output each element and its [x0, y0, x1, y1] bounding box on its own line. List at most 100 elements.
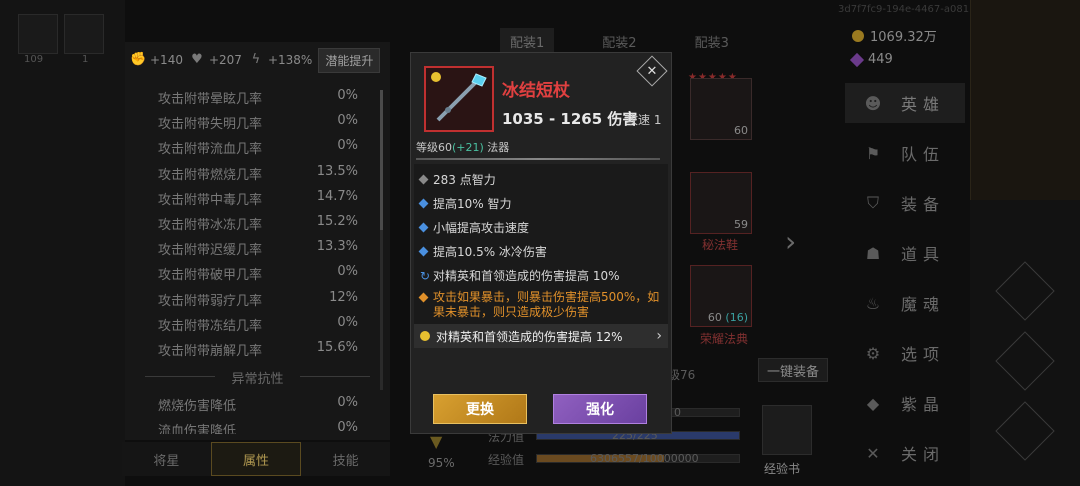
stat-value: 0% — [337, 314, 358, 330]
loadout-tabs: 配装1 配装2 配装3 — [500, 28, 739, 55]
tab-skills[interactable]: 技能 — [301, 442, 390, 476]
stat-name: 攻击附带冻结几率 — [158, 318, 263, 334]
affix-text: 提高10.5% 冰冷伤害 — [433, 245, 547, 259]
affix-text: 对精英和首领造成的伤害提高 10% — [433, 269, 620, 283]
gem-value: 449 — [868, 52, 893, 67]
stat-row: 攻击附带流血几率 0% — [158, 138, 358, 163]
stat-row: 攻击附带失明几率 0% — [158, 113, 358, 138]
gem-affix-row[interactable]: 对精英和首领造成的伤害提高 12% › — [414, 324, 668, 348]
chevron-right-icon[interactable]: › — [785, 225, 796, 258]
bar-label: 经验值 — [488, 453, 525, 467]
slot-item-name: 秘法鞋 — [702, 238, 739, 252]
stat-value: 0% — [337, 113, 358, 129]
tab-loadout-1[interactable]: 配装1 — [500, 28, 555, 55]
exp-book-icon[interactable] — [762, 405, 812, 455]
tab-generals[interactable]: 将星 — [122, 442, 211, 476]
stat-name: 攻击附带崩解几率 — [158, 344, 263, 359]
equip-slot-tome[interactable]: 60 (16) — [690, 265, 752, 327]
crystal-icon: ◆ — [866, 393, 880, 413]
stat-value: 15.2% — [316, 214, 358, 229]
replace-button[interactable]: 更换 — [433, 394, 527, 424]
bag-icon: ☗ — [865, 243, 881, 263]
tooltip-divider — [416, 158, 660, 160]
menu-item-0[interactable]: ☻ 英雄 — [845, 83, 965, 123]
menu-item-label: 关闭 — [901, 445, 946, 464]
stat-value: 0% — [337, 138, 358, 154]
hero-icon: ☻ — [864, 93, 882, 113]
stat-scrollbar-thumb[interactable] — [380, 90, 383, 230]
menu-item-label: 魔魂 — [901, 295, 946, 314]
enhance-button[interactable]: 强化 — [553, 394, 647, 424]
menu-item-3[interactable]: ☗ 道具 — [845, 233, 965, 273]
stat-value: 14.7% — [316, 188, 358, 204]
equip-slot-boots[interactable]: 59 — [690, 172, 752, 234]
affix-row: 小幅提高攻击速度 — [418, 219, 530, 236]
corner-slot-2[interactable] — [64, 14, 104, 54]
corner-slot-2-count: 1 — [82, 54, 89, 65]
one-key-equip-button[interactable]: 一键装备 — [758, 358, 828, 382]
menu-item-2[interactable]: ⛉ 装备 — [845, 183, 965, 223]
fist-icon: ✊ — [130, 52, 147, 67]
equip-slot-helmet[interactable]: 60 — [690, 78, 752, 140]
bar-text: 6306557/10000000 — [590, 452, 699, 465]
chevron-right-icon: › — [656, 328, 662, 344]
affix-bullet-icon — [418, 246, 429, 257]
arrow-down-icon: ▼ — [430, 432, 443, 451]
flag-icon: ⚑ — [865, 143, 881, 163]
gem-affix-text: 对精英和首领造成的伤害提高 12% — [436, 329, 623, 344]
affix-row: ↻ 对精英和首领造成的伤害提高 10% — [420, 267, 620, 284]
gold-value: 1069.32万 — [870, 30, 937, 45]
legendary-crit-affix: 攻击如果暴击，则暴击伤害提高500%，如果未暴击，则只造成极少伤害 — [418, 290, 664, 320]
affix-row: 提高10.5% 冰冷伤害 — [418, 243, 547, 260]
close-icon: ✕ — [866, 443, 880, 463]
stat-name: 攻击附带燃烧几率 — [158, 167, 263, 183]
menu-item-7[interactable]: ✕ 关闭 — [845, 433, 965, 473]
affix-text: 小幅提高攻击速度 — [433, 221, 530, 235]
item-damage: 1035 - 1265 伤害 — [502, 110, 638, 128]
potential-upgrade-button[interactable]: 潜能提升 — [318, 47, 381, 73]
stat-name: 攻击附带迟缓几率 — [158, 243, 263, 259]
close-icon: ✕ — [646, 63, 658, 79]
tab-loadout-3[interactable]: 配装3 — [685, 28, 739, 55]
stat-name: 攻击附带失明几率 — [158, 117, 263, 133]
helmet-icon: ⛉ — [866, 193, 879, 212]
slot-item-name: 荣耀法典 — [700, 332, 749, 346]
gem-icon — [849, 52, 865, 67]
affix-text: 283 点智力 — [433, 173, 496, 187]
menu-item-4[interactable]: ♨ 魔魂 — [845, 283, 965, 323]
menu-item-label: 紫晶 — [901, 395, 946, 414]
stat-value: 0% — [337, 264, 358, 280]
menu-item-label: 装备 — [901, 195, 946, 214]
menu-item-1[interactable]: ⚑ 队伍 — [845, 133, 965, 173]
menu-item-5[interactable]: ⚙ 选项 — [845, 333, 965, 373]
lightning-icon: ϟ — [251, 52, 261, 67]
menu-item-label: 队伍 — [901, 145, 946, 164]
stat-row: 攻击附带冻结几率 0% — [158, 315, 358, 340]
stat-row: 攻击附带燃烧几率 13.5% — [158, 164, 358, 189]
hero-level-text: 级76 — [668, 368, 696, 382]
health-bonus-value: +207 — [208, 53, 242, 67]
refresh-icon: ↻ — [420, 268, 431, 283]
bottom-tab-bar: 将星 属性 技能 — [122, 442, 390, 476]
stat-name: 攻击附带流血几率 — [158, 142, 263, 158]
coin-icon — [852, 29, 864, 42]
stat-row: 攻击附带弱疗几率 12% — [158, 290, 358, 315]
left-edge-panel — [0, 0, 125, 486]
item-level-value: 等级60 — [416, 141, 452, 154]
minimap[interactable] — [970, 0, 1080, 200]
slot-level-bonus: (16) — [725, 311, 748, 324]
slot-level: 60 — [734, 124, 748, 137]
slot-level: 60 (16) — [708, 311, 748, 324]
corner-slot-1[interactable] — [18, 14, 58, 54]
stat-value: 0% — [337, 88, 358, 103]
resist-name: 流血伤害降低 — [158, 424, 237, 434]
affix-bullet-icon — [418, 222, 429, 233]
affix-bullet-icon — [418, 198, 429, 209]
resist-name: 燃烧伤害降低 — [158, 399, 237, 414]
tab-loadout-2[interactable]: 配装2 — [592, 28, 646, 55]
affix-bullet-icon — [418, 174, 429, 185]
tab-attributes[interactable]: 属性 — [210, 442, 302, 476]
menu-item-6[interactable]: ◆ 紫晶 — [845, 383, 965, 423]
stat-value: 13.5% — [316, 163, 358, 179]
stat-name: 攻击附带冰冻几率 — [158, 218, 263, 233]
